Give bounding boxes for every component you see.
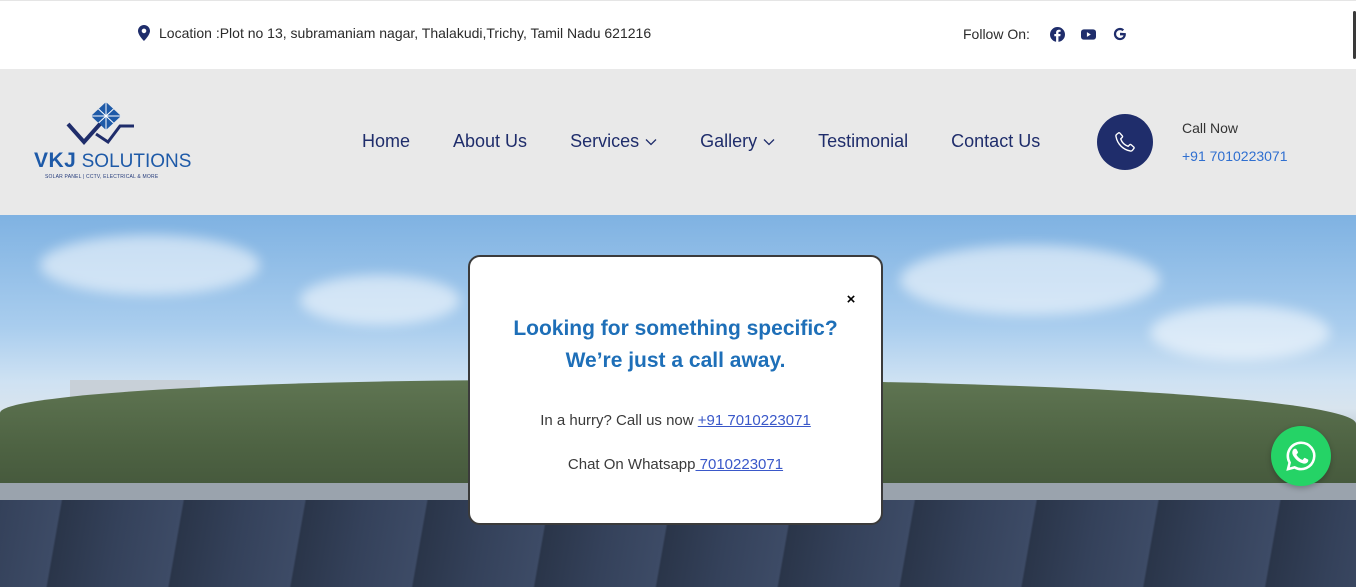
top-bar: Location :Plot no 13, subramaniam nagar,… [0, 0, 1356, 69]
chevron-down-icon [763, 138, 775, 145]
nav-services-label: Services [570, 131, 640, 151]
nav-testimonial[interactable]: Testimonial [818, 131, 908, 152]
site-header: VKJ SOLUTIONS SOLAR PANEL | CCTV, ELECTR… [0, 69, 1356, 215]
map-pin-icon [138, 25, 150, 41]
hero-cloud [300, 275, 460, 325]
popup-whatsapp-line: Chat On Whatsapp 7010223071 [470, 456, 881, 473]
popup-heading-line2: We’re just a call away. [565, 349, 786, 372]
call-button[interactable] [1097, 114, 1153, 170]
youtube-icon[interactable] [1080, 25, 1098, 43]
hero-cloud [1150, 305, 1330, 360]
solar-panel-logo-icon [66, 102, 134, 146]
location-info: Location :Plot no 13, subramaniam nagar,… [138, 25, 651, 41]
popup-call-line: In a hurry? Call us now +91 7010223071 [470, 412, 881, 429]
nav-gallery[interactable]: Gallery [700, 131, 775, 152]
popup-call-link[interactable]: +91 7010223071 [698, 412, 811, 429]
nav-testimonial-label: Testimonial [818, 131, 909, 151]
logo-brand-bold: VKJ [34, 149, 77, 172]
callback-popup: × Looking for something specific? We’re … [468, 255, 883, 525]
whatsapp-icon [1286, 441, 1316, 471]
popup-heading-line1: Looking for something specific? [513, 317, 838, 340]
nav-gallery-label: Gallery [700, 131, 758, 151]
location-text: Location :Plot no 13, subramaniam nagar,… [159, 25, 652, 41]
nav-home-label: Home [362, 131, 411, 151]
whatsapp-float-button[interactable] [1271, 426, 1331, 486]
site-logo[interactable]: VKJ SOLUTIONS SOLAR PANEL | CCTV, ELECTR… [34, 102, 191, 184]
popup-call-text: In a hurry? Call us now [540, 412, 698, 429]
hero-cloud [40, 235, 260, 295]
social-links [1049, 25, 1129, 43]
follow-section: Follow On: [963, 25, 1129, 43]
chevron-down-icon [645, 138, 657, 145]
nav-home[interactable]: Home [362, 131, 410, 152]
follow-label: Follow On: [963, 26, 1030, 42]
phone-icon [1115, 132, 1135, 152]
call-now-label: Call Now [1182, 120, 1239, 136]
main-nav: Home About Us Services Gallery Testimoni… [362, 131, 1040, 152]
logo-brand: VKJ SOLUTIONS [34, 149, 191, 173]
nav-about-us-label: About Us [453, 131, 528, 151]
facebook-icon[interactable] [1049, 25, 1067, 43]
nav-contact-us[interactable]: Contact Us [951, 131, 1040, 152]
google-icon[interactable] [1111, 25, 1129, 43]
nav-services[interactable]: Services [570, 131, 657, 152]
close-icon[interactable]: × [844, 292, 858, 307]
call-now-number[interactable]: +91 7010223071 [1182, 148, 1288, 164]
nav-about-us[interactable]: About Us [453, 131, 527, 152]
logo-brand-rest: SOLUTIONS [76, 151, 192, 172]
nav-contact-us-label: Contact Us [951, 131, 1041, 151]
logo-tagline: SOLAR PANEL | CCTV, ELECTRICAL & MORE [45, 174, 159, 180]
popup-heading: Looking for something specific? We’re ju… [470, 313, 881, 377]
popup-whatsapp-link[interactable]: 7010223071 [695, 456, 783, 473]
hero-cloud [900, 245, 1160, 315]
popup-whatsapp-text: Chat On Whatsapp [567, 456, 696, 473]
